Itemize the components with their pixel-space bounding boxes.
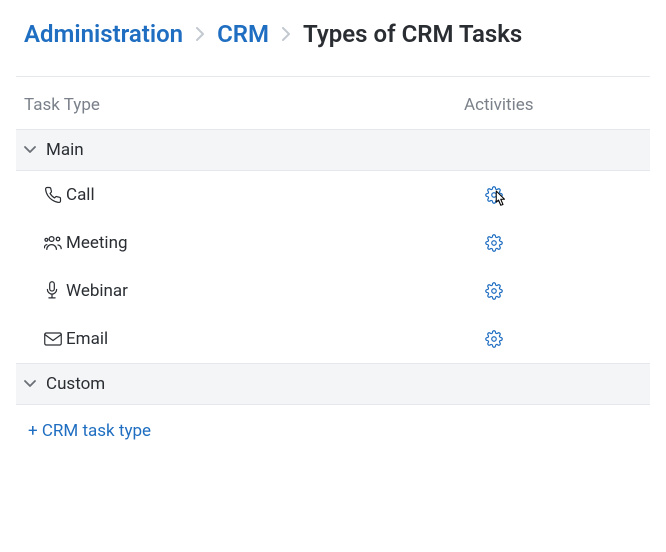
section-header-custom[interactable]: Custom — [16, 363, 650, 405]
settings-button[interactable] — [485, 234, 503, 252]
table-row: Meeting — [16, 219, 650, 267]
chevron-right-icon — [195, 27, 205, 41]
section-header-main[interactable]: Main — [16, 129, 650, 171]
chevron-down-icon — [24, 380, 36, 388]
task-name: Webinar — [66, 281, 464, 301]
table-header: Task Type Activities — [16, 83, 650, 129]
table-row: Email — [16, 315, 650, 363]
settings-button[interactable] — [485, 330, 503, 348]
chevron-right-icon — [281, 27, 291, 41]
task-name: Meeting — [66, 233, 464, 253]
people-icon — [24, 235, 66, 251]
col-header-activities: Activities — [464, 95, 534, 115]
envelope-icon — [24, 332, 66, 346]
microphone-icon — [24, 281, 66, 301]
page-title: Types of CRM Tasks — [303, 20, 522, 48]
breadcrumb-administration[interactable]: Administration — [24, 20, 183, 48]
chevron-down-icon — [24, 146, 36, 154]
section-label: Main — [46, 140, 84, 160]
breadcrumb: Administration CRM Types of CRM Tasks — [16, 20, 650, 48]
col-header-task-type: Task Type — [24, 95, 464, 115]
task-name: Email — [66, 329, 464, 349]
add-crm-task-type-link[interactable]: + CRM task type — [16, 405, 159, 441]
table-row: Webinar — [16, 267, 650, 315]
section-label: Custom — [46, 374, 105, 394]
phone-icon — [24, 186, 66, 204]
settings-button[interactable] — [485, 282, 503, 300]
settings-button[interactable] — [485, 186, 503, 204]
breadcrumb-crm[interactable]: CRM — [217, 20, 269, 48]
task-name: Call — [66, 185, 464, 205]
divider — [16, 76, 650, 77]
table-row: Call — [16, 171, 650, 219]
